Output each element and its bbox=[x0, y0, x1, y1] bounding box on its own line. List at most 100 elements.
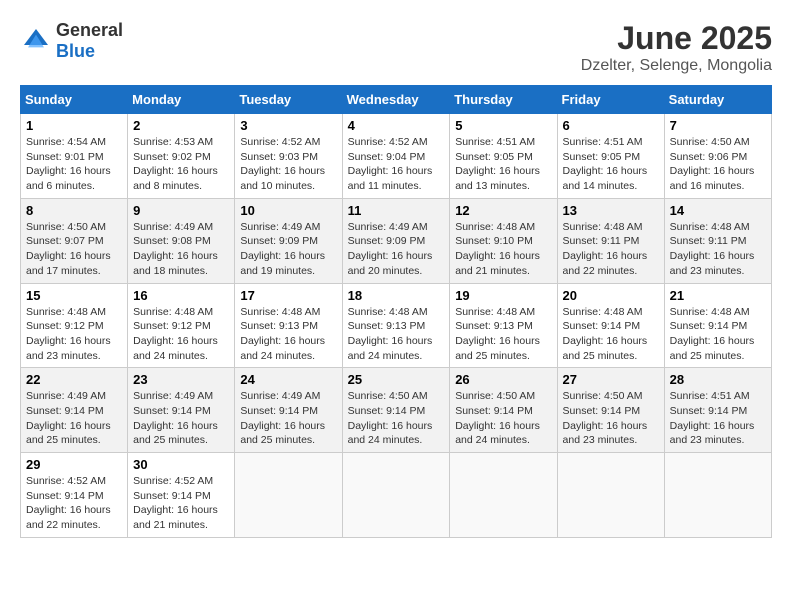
logo-blue: Blue bbox=[56, 41, 95, 61]
day-info: Sunrise: 4:48 AMSunset: 9:10 PMDaylight:… bbox=[455, 220, 551, 279]
calendar-table: SundayMondayTuesdayWednesdayThursdayFrid… bbox=[20, 85, 772, 538]
calendar-cell: 20 Sunrise: 4:48 AMSunset: 9:14 PMDayligh… bbox=[557, 283, 664, 368]
header-tuesday: Tuesday bbox=[235, 86, 342, 114]
header-monday: Monday bbox=[128, 86, 235, 114]
calendar-week-row: 15 Sunrise: 4:48 AMSunset: 9:12 PMDayligh… bbox=[21, 283, 772, 368]
day-number: 28 bbox=[670, 372, 766, 387]
header-saturday: Saturday bbox=[664, 86, 771, 114]
calendar-cell: 30Sunrise: 4:52 AMSunset: 9:14 PMDayligh… bbox=[128, 453, 235, 538]
day-info: Sunrise: 4:49 AMSunset: 9:09 PMDaylight:… bbox=[240, 220, 336, 279]
calendar-cell bbox=[235, 453, 342, 538]
day-info: Sunrise: 4:50 AMSunset: 9:14 PMDaylight:… bbox=[563, 389, 659, 448]
day-info: Sunrise: 4:50 AMSunset: 9:07 PMDaylight:… bbox=[26, 220, 122, 279]
day-info: Sunrise: 4:50 AMSunset: 9:14 PMDaylight:… bbox=[455, 389, 551, 448]
day-number: 11 bbox=[348, 203, 445, 218]
calendar-cell: 6 Sunrise: 4:51 AMSunset: 9:05 PMDaylight… bbox=[557, 114, 664, 199]
calendar-cell: 10Sunrise: 4:49 AMSunset: 9:09 PMDayligh… bbox=[235, 198, 342, 283]
day-number: 6 bbox=[563, 118, 659, 133]
header-friday: Friday bbox=[557, 86, 664, 114]
calendar-cell: 15 Sunrise: 4:48 AMSunset: 9:12 PMDayligh… bbox=[21, 283, 128, 368]
calendar-cell: 18Sunrise: 4:48 AMSunset: 9:13 PMDayligh… bbox=[342, 283, 450, 368]
calendar-cell: 3 Sunrise: 4:52 AMSunset: 9:03 PMDaylight… bbox=[235, 114, 342, 199]
calendar-cell: 25 Sunrise: 4:50 AMSunset: 9:14 PMDayligh… bbox=[342, 368, 450, 453]
day-number: 12 bbox=[455, 203, 551, 218]
calendar-cell: 27Sunrise: 4:50 AMSunset: 9:14 PMDayligh… bbox=[557, 368, 664, 453]
day-info: Sunrise: 4:51 AMSunset: 9:05 PMDaylight:… bbox=[563, 135, 659, 194]
location-title: Dzelter, Selenge, Mongolia bbox=[581, 57, 772, 75]
day-info: Sunrise: 4:50 AMSunset: 9:14 PMDaylight:… bbox=[348, 389, 445, 448]
day-number: 22 bbox=[26, 372, 122, 387]
day-info: Sunrise: 4:49 AMSunset: 9:14 PMDaylight:… bbox=[133, 389, 229, 448]
calendar-cell: 12 Sunrise: 4:48 AMSunset: 9:10 PMDayligh… bbox=[450, 198, 557, 283]
calendar-cell: 22 Sunrise: 4:49 AMSunset: 9:14 PMDayligh… bbox=[21, 368, 128, 453]
day-number: 5 bbox=[455, 118, 551, 133]
calendar-cell: 26 Sunrise: 4:50 AMSunset: 9:14 PMDayligh… bbox=[450, 368, 557, 453]
day-number: 23 bbox=[133, 372, 229, 387]
day-number: 29 bbox=[26, 457, 122, 472]
day-number: 1 bbox=[26, 118, 122, 133]
day-number: 16 bbox=[133, 288, 229, 303]
calendar-cell bbox=[450, 453, 557, 538]
day-number: 14 bbox=[670, 203, 766, 218]
calendar-cell: 4 Sunrise: 4:52 AMSunset: 9:04 PMDaylight… bbox=[342, 114, 450, 199]
day-number: 21 bbox=[670, 288, 766, 303]
day-number: 19 bbox=[455, 288, 551, 303]
day-info: Sunrise: 4:48 AMSunset: 9:12 PMDaylight:… bbox=[133, 305, 229, 364]
logo: General Blue bbox=[20, 20, 123, 62]
calendar-cell: 19 Sunrise: 4:48 AMSunset: 9:13 PMDayligh… bbox=[450, 283, 557, 368]
day-info: Sunrise: 4:52 AMSunset: 9:03 PMDaylight:… bbox=[240, 135, 336, 194]
header-thursday: Thursday bbox=[450, 86, 557, 114]
calendar-cell bbox=[342, 453, 450, 538]
month-title: June 2025 bbox=[581, 20, 772, 57]
day-info: Sunrise: 4:52 AMSunset: 9:04 PMDaylight:… bbox=[348, 135, 445, 194]
day-number: 4 bbox=[348, 118, 445, 133]
day-number: 3 bbox=[240, 118, 336, 133]
calendar-week-row: 29 Sunrise: 4:52 AMSunset: 9:14 PMDayligh… bbox=[21, 453, 772, 538]
day-info: Sunrise: 4:54 AMSunset: 9:01 PMDaylight:… bbox=[26, 135, 122, 194]
calendar-cell: 23 Sunrise: 4:49 AMSunset: 9:14 PMDayligh… bbox=[128, 368, 235, 453]
day-number: 9 bbox=[133, 203, 229, 218]
day-number: 18 bbox=[348, 288, 445, 303]
day-info: Sunrise: 4:48 AMSunset: 9:13 PMDaylight:… bbox=[455, 305, 551, 364]
day-info: Sunrise: 4:49 AMSunset: 9:09 PMDaylight:… bbox=[348, 220, 445, 279]
calendar-cell bbox=[557, 453, 664, 538]
calendar-week-row: 22 Sunrise: 4:49 AMSunset: 9:14 PMDayligh… bbox=[21, 368, 772, 453]
day-number: 20 bbox=[563, 288, 659, 303]
calendar-cell: 8 Sunrise: 4:50 AMSunset: 9:07 PMDaylight… bbox=[21, 198, 128, 283]
day-info: Sunrise: 4:49 AMSunset: 9:08 PMDaylight:… bbox=[133, 220, 229, 279]
calendar-cell: 13 Sunrise: 4:48 AMSunset: 9:11 PMDayligh… bbox=[557, 198, 664, 283]
title-section: June 2025 Dzelter, Selenge, Mongolia bbox=[581, 20, 772, 75]
calendar-cell: 1 Sunrise: 4:54 AMSunset: 9:01 PMDaylight… bbox=[21, 114, 128, 199]
day-info: Sunrise: 4:49 AMSunset: 9:14 PMDaylight:… bbox=[26, 389, 122, 448]
day-info: Sunrise: 4:51 AMSunset: 9:14 PMDaylight:… bbox=[670, 389, 766, 448]
day-number: 8 bbox=[26, 203, 122, 218]
calendar-cell: 29 Sunrise: 4:52 AMSunset: 9:14 PMDayligh… bbox=[21, 453, 128, 538]
day-number: 26 bbox=[455, 372, 551, 387]
day-number: 25 bbox=[348, 372, 445, 387]
day-number: 15 bbox=[26, 288, 122, 303]
day-number: 2 bbox=[133, 118, 229, 133]
day-info: Sunrise: 4:52 AMSunset: 9:14 PMDaylight:… bbox=[133, 474, 229, 533]
calendar-header-row: SundayMondayTuesdayWednesdayThursdayFrid… bbox=[21, 86, 772, 114]
day-info: Sunrise: 4:48 AMSunset: 9:11 PMDaylight:… bbox=[563, 220, 659, 279]
calendar-cell: 11 Sunrise: 4:49 AMSunset: 9:09 PMDayligh… bbox=[342, 198, 450, 283]
calendar-cell: 5Sunrise: 4:51 AMSunset: 9:05 PMDaylight… bbox=[450, 114, 557, 199]
day-info: Sunrise: 4:52 AMSunset: 9:14 PMDaylight:… bbox=[26, 474, 122, 533]
calendar-cell: 7 Sunrise: 4:50 AMSunset: 9:06 PMDaylight… bbox=[664, 114, 771, 199]
calendar-week-row: 1 Sunrise: 4:54 AMSunset: 9:01 PMDaylight… bbox=[21, 114, 772, 199]
day-number: 13 bbox=[563, 203, 659, 218]
day-info: Sunrise: 4:49 AMSunset: 9:14 PMDaylight:… bbox=[240, 389, 336, 448]
day-info: Sunrise: 4:48 AMSunset: 9:12 PMDaylight:… bbox=[26, 305, 122, 364]
logo-general: General bbox=[56, 20, 123, 40]
day-info: Sunrise: 4:48 AMSunset: 9:14 PMDaylight:… bbox=[563, 305, 659, 364]
calendar-cell: 21 Sunrise: 4:48 AMSunset: 9:14 PMDayligh… bbox=[664, 283, 771, 368]
calendar-cell: 17Sunrise: 4:48 AMSunset: 9:13 PMDayligh… bbox=[235, 283, 342, 368]
day-number: 24 bbox=[240, 372, 336, 387]
calendar-cell: 2 Sunrise: 4:53 AMSunset: 9:02 PMDaylight… bbox=[128, 114, 235, 199]
day-number: 7 bbox=[670, 118, 766, 133]
day-info: Sunrise: 4:53 AMSunset: 9:02 PMDaylight:… bbox=[133, 135, 229, 194]
calendar-cell bbox=[664, 453, 771, 538]
day-info: Sunrise: 4:48 AMSunset: 9:14 PMDaylight:… bbox=[670, 305, 766, 364]
calendar-cell: 24 Sunrise: 4:49 AMSunset: 9:14 PMDayligh… bbox=[235, 368, 342, 453]
day-info: Sunrise: 4:50 AMSunset: 9:06 PMDaylight:… bbox=[670, 135, 766, 194]
